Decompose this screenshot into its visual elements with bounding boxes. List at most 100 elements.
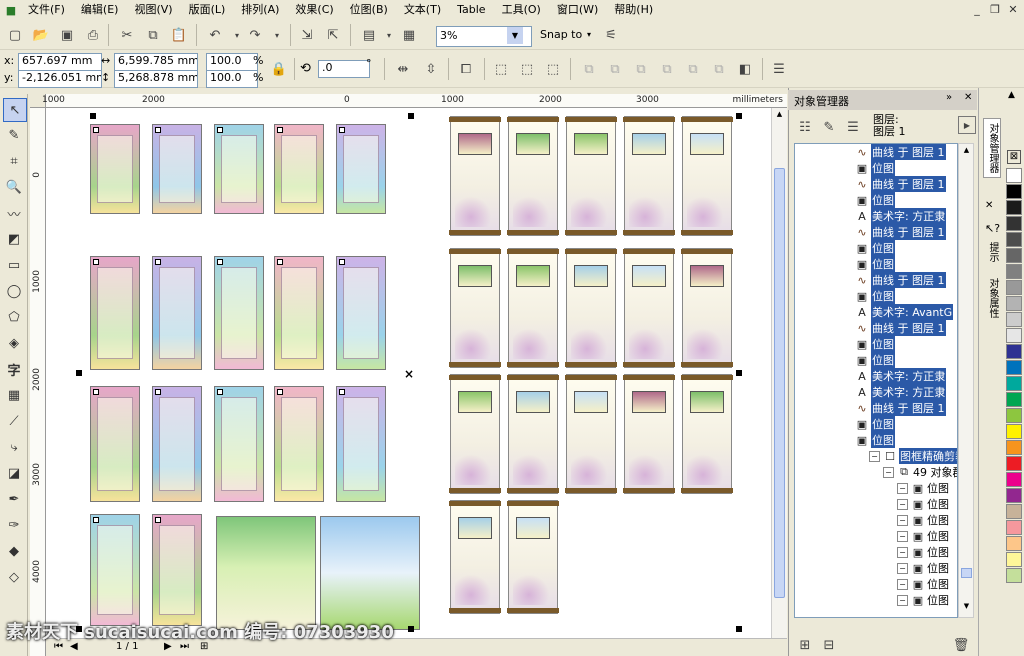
docker-menu-icon[interactable]: ▶ xyxy=(958,116,976,134)
tree-collapse-icon[interactable]: − xyxy=(897,594,908,606)
tree-scroll-up-icon[interactable]: ▲ xyxy=(960,146,973,154)
create-boundary-icon[interactable]: ◧ xyxy=(734,58,756,80)
tab-close-icon[interactable]: ✕ xyxy=(985,200,993,211)
color-swatch[interactable] xyxy=(1006,424,1022,439)
undo-icon[interactable]: ↶ xyxy=(204,24,226,46)
redo-dropdown-icon[interactable]: ▾ xyxy=(266,24,288,46)
menu-help[interactable]: 帮助(H) xyxy=(606,0,661,20)
selection-handle[interactable] xyxy=(408,113,414,119)
design-thumbnail-large[interactable] xyxy=(320,516,420,630)
eyedropper-tool-icon[interactable]: ✒ xyxy=(3,488,25,510)
design-thumbnail[interactable] xyxy=(152,514,202,626)
application-launcher-icon[interactable]: ▦ xyxy=(398,24,420,46)
zoom-dropdown-icon[interactable]: ▼ xyxy=(507,27,523,44)
selection-handle[interactable] xyxy=(736,113,742,119)
snap-to-button[interactable]: Snap to xyxy=(540,27,582,43)
color-swatch[interactable] xyxy=(1006,328,1022,343)
tree-scrollbar[interactable]: ▲ ▼ xyxy=(958,143,974,618)
new-master-layer-icon[interactable]: ⊟ xyxy=(818,634,840,656)
polygon-tool-icon[interactable]: ⬠ xyxy=(3,306,25,328)
export-icon[interactable]: ⇱ xyxy=(322,24,344,46)
palette-scroll-up-icon[interactable]: ▲ xyxy=(1008,90,1015,100)
paste-icon[interactable]: 📋 xyxy=(168,24,190,46)
color-swatch[interactable] xyxy=(1006,216,1022,231)
crop-tool-icon[interactable]: ⌗ xyxy=(3,150,25,172)
combine-icon[interactable]: ⧠ xyxy=(455,58,477,80)
color-swatch[interactable] xyxy=(1006,248,1022,263)
no-color-swatch[interactable]: ⊠ xyxy=(1007,150,1021,164)
scroll-thumbnail[interactable] xyxy=(681,374,733,494)
text-tool-icon[interactable]: 字 xyxy=(3,358,25,380)
color-swatch[interactable] xyxy=(1006,488,1022,503)
object-node[interactable] xyxy=(155,389,161,395)
redo-icon[interactable]: ↷ xyxy=(244,24,266,46)
tree-item-curve[interactable]: ∿ 曲线 于 图层 1 xyxy=(855,272,946,288)
menu-window[interactable]: 窗口(W) xyxy=(549,0,606,20)
scroll-thumbnail[interactable] xyxy=(507,500,559,614)
tree-item-bitmap[interactable]: − ▣ 位图 xyxy=(897,512,949,528)
object-node[interactable] xyxy=(277,389,283,395)
color-swatch[interactable] xyxy=(1006,264,1022,279)
tree-item-bitmap[interactable]: ▣ 位图 xyxy=(855,240,895,256)
shape-tool-icon[interactable]: ✎ xyxy=(3,124,25,146)
width-field[interactable]: 6,599.785 mm xyxy=(114,53,198,71)
color-swatch[interactable] xyxy=(1006,360,1022,375)
tree-item-bitmap[interactable]: − ▣ 位图 xyxy=(897,496,949,512)
design-thumbnail[interactable] xyxy=(152,386,202,502)
new-icon[interactable]: ▢ xyxy=(4,24,26,46)
tree-scroll-thumb[interactable] xyxy=(961,568,972,578)
tab-object-manager[interactable]: 对象管理器 xyxy=(983,118,1001,178)
vertical-scrollbar[interactable]: ▲ xyxy=(771,108,787,638)
horizontal-ruler[interactable]: millimeters 1000 2000 0 1000 2000 3000 xyxy=(42,94,787,108)
edit-across-layers-icon[interactable]: ✎ xyxy=(818,116,840,138)
minimize-button[interactable]: _ xyxy=(968,2,986,17)
open-icon[interactable]: 📂 xyxy=(30,24,52,46)
design-thumbnail-large[interactable] xyxy=(216,516,316,630)
scroll-thumbnail[interactable] xyxy=(565,374,617,494)
restore-button[interactable]: ❐ xyxy=(986,2,1004,17)
tab-hints[interactable]: 提示 xyxy=(984,242,1000,262)
tree-item-curve[interactable]: ∿ 曲线 于 图层 1 xyxy=(855,400,946,416)
object-node[interactable] xyxy=(93,127,99,133)
object-node[interactable] xyxy=(93,389,99,395)
back-minus-front-icon[interactable]: ⧉ xyxy=(708,58,730,80)
design-thumbnail[interactable] xyxy=(274,256,324,370)
design-thumbnail[interactable] xyxy=(90,514,140,626)
fill-tool-icon[interactable]: ◆ xyxy=(3,540,25,562)
menu-arrange[interactable]: 排列(A) xyxy=(233,0,287,20)
object-node[interactable] xyxy=(217,127,223,133)
cut-icon[interactable]: ✂ xyxy=(116,24,138,46)
object-node[interactable] xyxy=(277,127,283,133)
color-swatch[interactable] xyxy=(1006,312,1022,327)
dimension-tool-icon[interactable]: ⟋ xyxy=(3,410,25,432)
rectangle-tool-icon[interactable]: ▭ xyxy=(3,254,25,276)
lock-ratio-icon[interactable]: 🔒 xyxy=(268,58,290,80)
tree-item-bitmap[interactable]: − ▣ 位图 xyxy=(897,560,949,576)
object-node[interactable] xyxy=(155,127,161,133)
tree-item-curve[interactable]: ∿ 曲线 于 图层 1 xyxy=(855,144,946,160)
object-node[interactable] xyxy=(277,259,283,265)
scroll-thumbnail[interactable] xyxy=(449,116,501,236)
object-node[interactable] xyxy=(339,259,345,265)
scroll-thumbnail[interactable] xyxy=(449,248,501,368)
scroll-thumbnail[interactable] xyxy=(449,374,501,494)
tree-collapse-icon[interactable]: − xyxy=(883,466,894,478)
connector-tool-icon[interactable]: ⤷ xyxy=(3,436,25,458)
object-node[interactable] xyxy=(155,517,161,523)
tree-item-curve[interactable]: ∿ 曲线 于 图层 1 xyxy=(855,176,946,192)
tree-item-text[interactable]: A 美术字: 方正隶 xyxy=(855,208,947,224)
tree-collapse-icon[interactable]: − xyxy=(869,450,880,462)
object-node[interactable] xyxy=(217,389,223,395)
layer-manager-view-icon[interactable]: ☰ xyxy=(842,116,864,138)
tree-item-bitmap[interactable]: ▣ 位图 xyxy=(855,432,895,448)
new-layer-icon[interactable]: ⊞ xyxy=(794,634,816,656)
color-swatch[interactable] xyxy=(1006,200,1022,215)
menu-edit[interactable]: 编辑(E) xyxy=(73,0,127,20)
color-swatch[interactable] xyxy=(1006,280,1022,295)
tree-collapse-icon[interactable]: − xyxy=(897,514,908,526)
color-swatch[interactable] xyxy=(1006,408,1022,423)
outline-tool-icon[interactable]: ✑ xyxy=(3,514,25,536)
import-icon[interactable]: ⇲ xyxy=(296,24,318,46)
tree-item-bitmap[interactable]: ▣ 位图 xyxy=(855,336,895,352)
tree-item-text[interactable]: A 美术字: 方正隶 xyxy=(855,368,947,384)
